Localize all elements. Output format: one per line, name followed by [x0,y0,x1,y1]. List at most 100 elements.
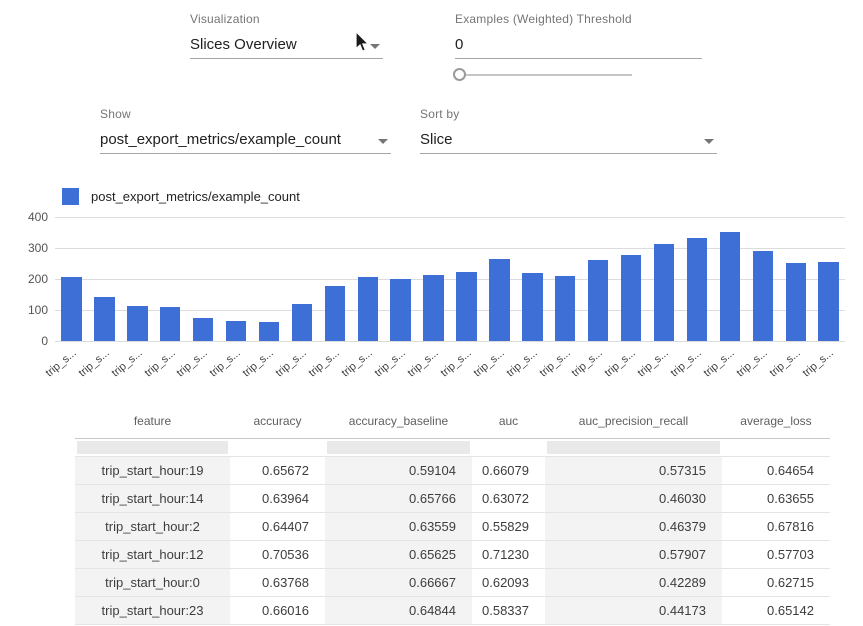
metric-cell: 0.44173 [545,596,722,624]
metric-cell: 0.70536 [230,540,325,568]
filter-input[interactable] [547,441,720,454]
metric-cell: 0.59104 [325,456,472,484]
bar[interactable] [687,238,707,341]
bar-slot [582,217,615,341]
threshold-slider[interactable] [455,74,632,76]
filter-input[interactable] [327,441,470,454]
sort-by-select[interactable]: Slice [420,129,717,154]
bar-slot [55,217,88,341]
bar[interactable] [358,277,378,341]
table-row[interactable]: trip_start_hour:230.660160.648440.583370… [75,596,830,624]
bar-slot [615,217,648,341]
show-select[interactable]: post_export_metrics/example_count [100,129,391,154]
bar[interactable] [522,273,542,341]
bar[interactable] [390,279,410,341]
filter-cell [545,438,722,456]
filter-cell [75,438,230,456]
filter-row [75,438,830,456]
bar[interactable] [654,244,674,341]
table-row[interactable]: trip_start_hour:140.639640.657660.630720… [75,484,830,512]
gridline [55,341,845,342]
metric-cell: 0.64654 [722,456,830,484]
bar[interactable] [456,272,476,341]
column-header-average_loss[interactable]: average_loss [722,404,830,438]
bar[interactable] [489,259,509,341]
bar[interactable] [621,255,641,341]
threshold-control: Examples (Weighted) Threshold 0 [455,12,702,59]
table-row[interactable]: trip_start_hour:20.644070.635590.558290.… [75,512,830,540]
filter-cell [230,438,325,456]
bar-slot [351,217,384,341]
bar-slot [779,217,812,341]
bar-slot [746,217,779,341]
bar-slot [220,217,253,341]
bar[interactable] [226,321,246,341]
bar-slot [417,217,450,341]
bar-slot [121,217,154,341]
bar-slot [318,217,351,341]
feature-cell: trip_start_hour:2 [75,512,230,540]
bar-slot [285,217,318,341]
threshold-slider-knob[interactable] [453,68,466,81]
bar-slot [384,217,417,341]
column-header-accuracy[interactable]: accuracy [230,404,325,438]
bar-slot [713,217,746,341]
metric-cell: 0.55829 [472,512,545,540]
sort-by-control: Sort by Slice [420,107,717,154]
y-tick-label: 0 [41,334,48,348]
filter-cell [722,438,830,456]
bar-slot [450,217,483,341]
feature-cell: trip_start_hour:12 [75,540,230,568]
metric-cell: 0.62715 [722,568,830,596]
bar[interactable] [160,307,180,341]
filter-cell [472,438,545,456]
metric-cell: 0.66667 [325,568,472,596]
legend-swatch [62,188,79,205]
visualization-value: Slices Overview [190,36,297,53]
metric-cell: 0.57703 [722,540,830,568]
metric-cell: 0.65625 [325,540,472,568]
bar-slot [549,217,582,341]
mouse-cursor-icon [355,31,370,52]
bar[interactable] [292,304,312,341]
column-header-auc[interactable]: auc [472,404,545,438]
bar[interactable] [588,260,608,341]
bar[interactable] [818,262,838,341]
bar[interactable] [61,277,81,341]
show-control: Show post_export_metrics/example_count [100,107,391,154]
bar[interactable] [94,297,114,341]
metric-cell: 0.67816 [722,512,830,540]
show-label: Show [100,107,391,121]
bar[interactable] [127,306,147,341]
bar-slot [812,217,845,341]
visualization-label: Visualization [190,12,383,26]
table-row[interactable]: trip_start_hour:00.637680.666670.620930.… [75,568,830,596]
bar[interactable] [786,263,806,341]
bar[interactable] [555,276,575,341]
bar[interactable] [193,318,213,341]
column-header-feature[interactable]: feature [75,404,230,438]
column-header-accuracy_baseline[interactable]: accuracy_baseline [325,404,472,438]
metric-cell: 0.63964 [230,484,325,512]
bar-slot [681,217,714,341]
feature-cell: trip_start_hour:14 [75,484,230,512]
x-axis-labels: trip_s...trip_s...trip_s...trip_s...trip… [55,346,845,392]
bar-slot [516,217,549,341]
column-header-auc_precision_recall[interactable]: auc_precision_recall [545,404,722,438]
show-value: post_export_metrics/example_count [100,131,341,148]
bar[interactable] [325,286,345,341]
bar[interactable] [259,322,279,341]
feature-cell: trip_start_hour:0 [75,568,230,596]
legend-label: post_export_metrics/example_count [91,189,300,204]
bar[interactable] [423,275,443,341]
chevron-down-icon [378,139,388,144]
table-row[interactable]: trip_start_hour:190.656720.591040.660790… [75,456,830,484]
table-row[interactable]: trip_start_hour:120.705360.656250.712300… [75,540,830,568]
metric-cell: 0.42289 [545,568,722,596]
filter-input[interactable] [77,441,228,454]
bar[interactable] [753,251,773,341]
metric-cell: 0.58337 [472,596,545,624]
bar[interactable] [720,232,740,341]
metric-cell: 0.63768 [230,568,325,596]
threshold-input[interactable]: 0 [455,34,702,59]
